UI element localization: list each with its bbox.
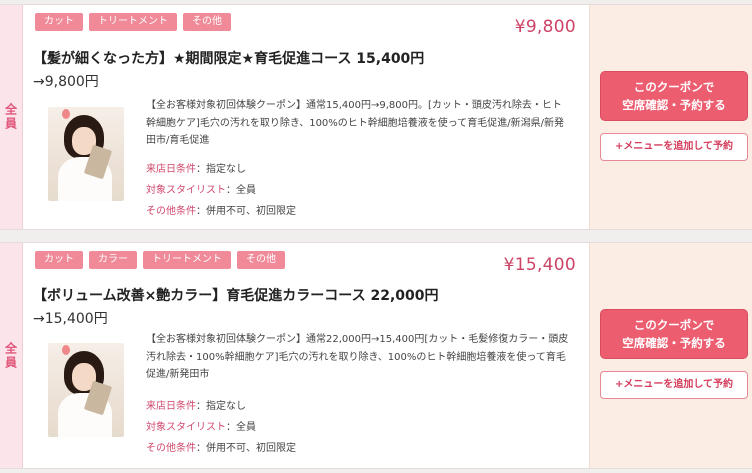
add-menu-button[interactable]: +メニューを追加して予約: [600, 371, 748, 399]
tag-other: その他: [237, 251, 285, 269]
coupon-photo: [48, 343, 124, 437]
tag-cut: カット: [35, 251, 83, 269]
tag-cut: カット: [35, 13, 83, 31]
tag-list: カット カラー トリートメント その他: [35, 251, 285, 269]
condition-visit-date: 来店日条件：指定なし: [146, 401, 246, 412]
coupon-conditions: 来店日条件：指定なし 対象スタイリスト：全員 その他条件：併用不可、初回限定: [146, 396, 296, 459]
condition-visit-date: 来店日条件：指定なし: [146, 164, 246, 175]
condition-stylist: 対象スタイリスト：全員: [146, 422, 256, 433]
coupon-description: 【全お客様対象初回体験クーポン】通常15,400円→9,800円。[カット・頭皮…: [146, 100, 565, 146]
target-label: 全員: [0, 243, 23, 468]
coupon-title: 【ボリューム改善×艶カラー】育毛促進カラーコース 22,000円 →15,400…: [33, 288, 439, 327]
condition-stylist: 対象スタイリスト：全員: [146, 185, 256, 196]
add-menu-button[interactable]: +メニューを追加して予約: [600, 133, 748, 161]
coupon-price: ¥15,400: [503, 255, 576, 275]
coupon-conditions: 来店日条件：指定なし 対象スタイリスト：全員 その他条件：併用不可、初回限定: [146, 159, 296, 222]
tag-treatment: トリートメント: [143, 251, 231, 269]
coupon-card: 全員 カット トリートメント その他 ¥9,800 【髪が細くなった方】★期間限…: [0, 4, 752, 230]
action-panel: このクーポンで 空席確認・予約する +メニューを追加して予約: [589, 5, 752, 229]
coupon-photo: [48, 107, 124, 201]
reserve-button[interactable]: このクーポンで 空席確認・予約する: [600, 71, 748, 121]
tag-color: カラー: [89, 251, 137, 269]
tag-treatment: トリートメント: [89, 13, 177, 31]
tag-list: カット トリートメント その他: [35, 13, 231, 31]
coupon-title: 【髪が細くなった方】★期間限定★育毛促進コース 15,400円 →9,800円: [33, 51, 425, 90]
tag-other: その他: [183, 13, 231, 31]
coupon-card: 全員 カット カラー トリートメント その他 ¥15,400 【ボリューム改善×…: [0, 242, 752, 469]
condition-other: その他条件：併用不可、初回限定: [146, 443, 296, 454]
reserve-button[interactable]: このクーポンで 空席確認・予約する: [600, 309, 748, 359]
target-label: 全員: [0, 5, 23, 229]
coupon-description: 【全お客様対象初回体験クーポン】通常22,000円→15,400円[カット・毛髪…: [146, 334, 569, 380]
coupon-price: ¥9,800: [514, 17, 576, 37]
condition-other: その他条件：併用不可、初回限定: [146, 206, 296, 217]
action-panel: このクーポンで 空席確認・予約する +メニューを追加して予約: [589, 243, 752, 468]
